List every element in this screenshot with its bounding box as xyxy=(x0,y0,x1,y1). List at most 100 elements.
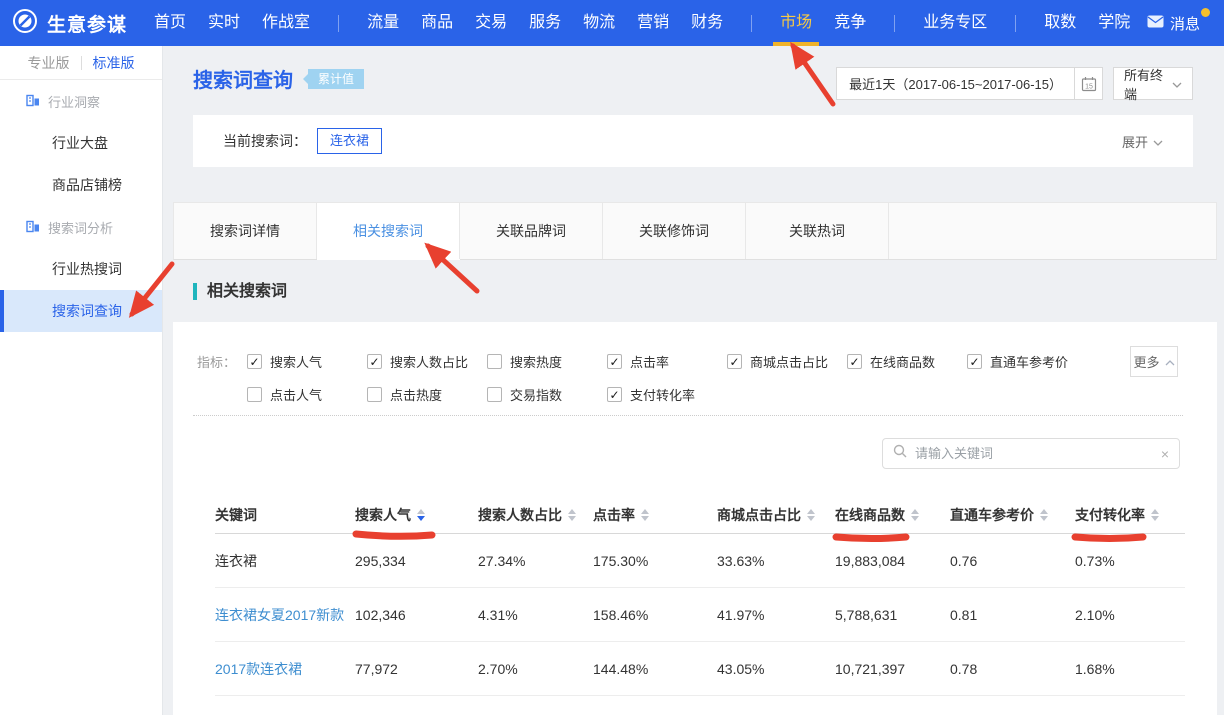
checkbox[interactable] xyxy=(967,354,982,369)
col-header-payment-conversion: 支付转化率 xyxy=(1075,505,1185,525)
filter-search-heat[interactable]: 搜索热度 xyxy=(487,352,607,371)
expand-label: 展开 xyxy=(1122,132,1148,151)
sort-icon[interactable] xyxy=(417,509,425,521)
nav-item-market[interactable]: 市场 xyxy=(780,0,812,46)
nav-item-traffic[interactable]: 流量 xyxy=(367,0,399,46)
messages-label: 消息 xyxy=(1170,13,1200,34)
filter-click-heat[interactable]: 点击热度 xyxy=(367,385,487,404)
filter-mall-click-share[interactable]: 商城点击占比 xyxy=(727,352,847,371)
filter-label: 支付转化率 xyxy=(630,385,695,404)
checkbox[interactable] xyxy=(247,387,262,402)
filter-payment-conversion[interactable]: 支付转化率 xyxy=(607,385,727,404)
version-tab-pro[interactable]: 专业版 xyxy=(28,53,70,73)
date-controls: 最近1天（2017-06-15~2017-06-15） 15 所有终端 xyxy=(836,67,1193,100)
filters-label: 指标： xyxy=(197,352,247,371)
expand-toggle[interactable]: 展开 xyxy=(1122,132,1163,151)
tab-related-brand-terms[interactable]: 关联品牌词 xyxy=(460,203,603,259)
nav-item-competition[interactable]: 竞争 xyxy=(834,0,866,46)
sort-icon[interactable] xyxy=(1040,509,1048,521)
date-range-picker[interactable]: 最近1天（2017-06-15~2017-06-15） 15 xyxy=(836,67,1103,100)
calendar-icon[interactable]: 15 xyxy=(1074,68,1102,99)
checkbox[interactable] xyxy=(727,354,742,369)
sort-icon[interactable] xyxy=(1151,509,1159,521)
terminal-value: 所有终端 xyxy=(1124,65,1172,103)
chevron-up-icon xyxy=(1165,354,1175,369)
nav-item-academy[interactable]: 学院 xyxy=(1098,0,1130,46)
filter-label: 点击热度 xyxy=(390,385,442,404)
tab-related-hot-terms[interactable]: 关联热词 xyxy=(746,203,889,259)
keyword-cell[interactable]: 2017款连衣裙 xyxy=(215,659,355,679)
sidebar-group-search-term-analysis: 搜索词分析 xyxy=(0,206,162,248)
filter-trade-index[interactable]: 交易指数 xyxy=(487,385,607,404)
checkbox[interactable] xyxy=(487,354,502,369)
metric-filters: 指标： 搜索人气 搜索人数占比 搜索热度 点击 xyxy=(173,322,1217,410)
nav-item-war-room[interactable]: 作战室 xyxy=(262,0,310,46)
brand-logo-icon xyxy=(12,8,38,39)
sort-icon[interactable] xyxy=(568,509,576,521)
version-tabs: 专业版 标准版 xyxy=(0,46,162,80)
more-button[interactable]: 更多 xyxy=(1130,346,1178,377)
filter-click-rate[interactable]: 点击率 xyxy=(607,352,727,371)
cell-payment-conversion: 1.68% xyxy=(1075,661,1185,677)
checkbox[interactable] xyxy=(487,387,502,402)
checkbox[interactable] xyxy=(367,387,382,402)
sidebar-item-industry-dashboard[interactable]: 行业大盘 xyxy=(0,122,162,164)
tab-related-search-terms[interactable]: 相关搜索词 xyxy=(317,203,460,259)
filter-searcher-share[interactable]: 搜索人数占比 xyxy=(367,352,487,371)
filter-search-popularity[interactable]: 搜索人气 xyxy=(247,352,367,371)
nav-item-marketing[interactable]: 营销 xyxy=(637,0,669,46)
nav-item-data-extract[interactable]: 取数 xyxy=(1044,0,1076,46)
sidebar-item-product-shop-rank[interactable]: 商品店铺榜 xyxy=(0,164,162,206)
col-header-ztc-reference-price: 直通车参考价 xyxy=(950,505,1075,525)
chevron-down-icon xyxy=(1172,76,1182,91)
cell-mall-click-share: 33.63% xyxy=(717,553,835,569)
keyword-cell[interactable]: 连衣裙女夏2017新款 xyxy=(215,605,355,625)
filter-online-products[interactable]: 在线商品数 xyxy=(847,352,967,371)
nav-item-product[interactable]: 商品 xyxy=(421,0,453,46)
cell-mall-click-share: 41.97% xyxy=(717,607,835,623)
filter-label: 交易指数 xyxy=(510,385,562,404)
tab-related-modifier-terms[interactable]: 关联修饰词 xyxy=(603,203,746,259)
messages-button[interactable]: 消息 xyxy=(1147,13,1208,34)
current-keyword-tag[interactable]: 连衣裙 xyxy=(317,128,382,154)
checkbox[interactable] xyxy=(247,354,262,369)
nav-item-home[interactable]: 首页 xyxy=(154,0,186,46)
table-header-row: 关键词 搜索人气 搜索人数占比 点击率 商城点击占比 在线商品数 直通车参考价 … xyxy=(215,496,1185,534)
version-tab-standard[interactable]: 标准版 xyxy=(93,53,135,73)
checkbox[interactable] xyxy=(367,354,382,369)
nav-item-business-zone[interactable]: 业务专区 xyxy=(923,0,987,46)
cell-payment-conversion: 2.10% xyxy=(1075,607,1185,623)
nav-item-logistics[interactable]: 物流 xyxy=(583,0,615,46)
brand[interactable]: 生意参谋 xyxy=(12,8,127,39)
checkbox[interactable] xyxy=(607,354,622,369)
sort-icon[interactable] xyxy=(641,509,649,521)
sidebar-item-industry-hot-search[interactable]: 行业热搜词 xyxy=(0,248,162,290)
filter-label: 点击率 xyxy=(630,352,669,371)
sort-icon[interactable] xyxy=(911,509,919,521)
nav-item-service[interactable]: 服务 xyxy=(529,0,561,46)
nav-divider xyxy=(338,15,339,32)
nav-item-realtime[interactable]: 实时 xyxy=(208,0,240,46)
envelope-icon xyxy=(1147,15,1164,32)
col-header-search-popularity: 搜索人气 xyxy=(355,505,478,525)
tab-search-term-detail[interactable]: 搜索词详情 xyxy=(174,203,317,259)
cell-ztc-reference-price: 0.81 xyxy=(950,607,1075,623)
checkbox[interactable] xyxy=(847,354,862,369)
clear-icon[interactable]: × xyxy=(1161,447,1169,461)
checkbox[interactable] xyxy=(607,387,622,402)
notification-dot xyxy=(1201,8,1210,17)
filter-click-popularity[interactable]: 点击人气 xyxy=(247,385,367,404)
filter-label: 搜索人气 xyxy=(270,352,322,371)
terminal-select[interactable]: 所有终端 xyxy=(1113,67,1193,100)
cell-click-rate: 144.48% xyxy=(593,661,717,677)
cell-click-rate: 175.30% xyxy=(593,553,717,569)
sidebar-item-search-term-query[interactable]: 搜索词查询 xyxy=(0,290,162,332)
filter-ztc-reference-price[interactable]: 直通车参考价 xyxy=(967,352,1087,371)
date-range-text: 最近1天（2017-06-15~2017-06-15） xyxy=(837,74,1074,93)
sort-icon[interactable] xyxy=(807,509,815,521)
table-row: 连衣裙女夏2017新款 102,346 4.31% 158.46% 41.97%… xyxy=(215,588,1185,642)
nav-item-finance[interactable]: 财务 xyxy=(691,0,723,46)
table-row: 2017款连衣裙 77,972 2.70% 144.48% 43.05% 10,… xyxy=(215,642,1185,696)
nav-item-trade[interactable]: 交易 xyxy=(475,0,507,46)
keyword-search-input[interactable] xyxy=(915,446,1153,461)
